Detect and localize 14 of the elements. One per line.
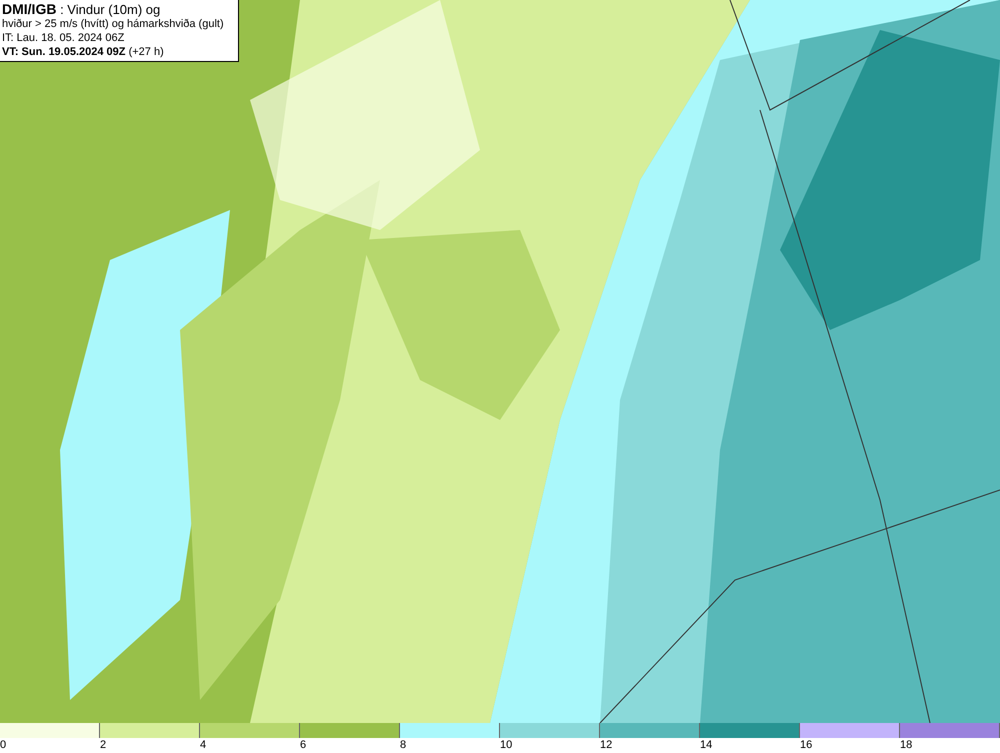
legend-tick-label: 12 <box>600 738 612 752</box>
map-caption-line: hviður > 25 m/s (hvítt) og hámarkshviða (gult) <box>2 17 225 31</box>
map-caption-line: VT: Sun. 19.05.2024 09Z (+27 h) <box>2 45 165 59</box>
legend-tick-label: 2 <box>100 738 106 752</box>
legend-tick-label: 10 <box>500 738 512 752</box>
legend-tick-label: 18 <box>900 738 912 752</box>
legend-tick-label: 14 <box>700 738 712 752</box>
legend-tick-label: 16 <box>800 738 812 752</box>
map-caption-line: IT: Lau. 18. 05. 2024 06Z <box>2 31 126 45</box>
map-caption-line: DMI/IGB : Vindur (10m) og <box>2 2 162 17</box>
legend-tick-label: 6 <box>300 738 306 752</box>
legend-tick-label: 4 <box>200 738 206 752</box>
legend-tick-label: 0 <box>0 738 6 752</box>
legend-tick-label: 8 <box>400 738 406 752</box>
